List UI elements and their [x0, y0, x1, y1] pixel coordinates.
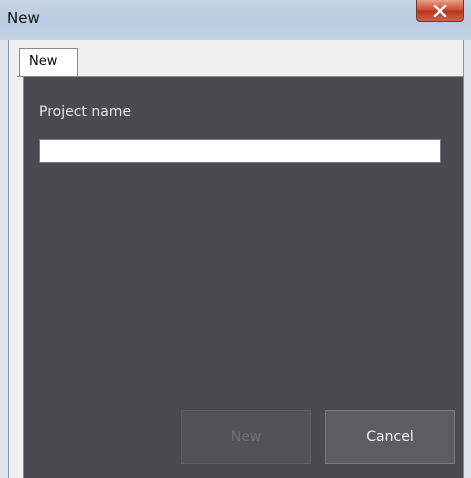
tab-new[interactable]: New [19, 48, 78, 76]
dialog-window: New New Project name New Cancel [0, 0, 471, 478]
close-icon [433, 4, 447, 17]
title-bar[interactable]: New [0, 0, 471, 40]
window-title: New [7, 9, 40, 27]
project-name-input[interactable] [39, 139, 441, 163]
cancel-button[interactable]: Cancel [325, 410, 455, 464]
close-button[interactable] [416, 0, 464, 22]
new-button[interactable]: New [181, 410, 311, 464]
project-name-label: Project name [39, 104, 132, 120]
